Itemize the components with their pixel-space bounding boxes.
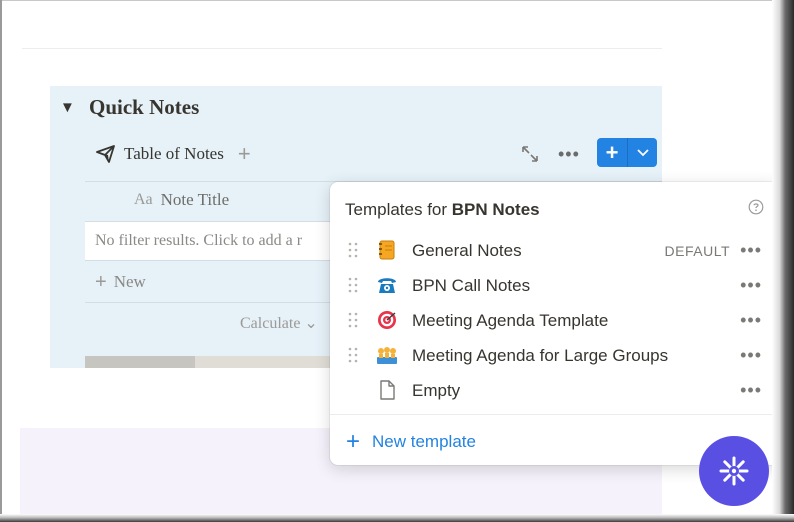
drag-handle-icon[interactable]: [348, 276, 358, 294]
drag-handle-icon[interactable]: [348, 311, 358, 329]
new-template-label: New template: [372, 432, 476, 451]
window-frame-left: [0, 0, 2, 522]
template-label: General Notes: [412, 241, 522, 260]
more-options-icon[interactable]: •••: [740, 380, 762, 401]
telephone-icon: [378, 278, 396, 293]
block-header: ▼ Quick Notes: [60, 94, 200, 119]
view-more-icon[interactable]: •••: [558, 144, 580, 165]
page-icon: [380, 380, 395, 400]
target-icon: [378, 311, 396, 329]
popover-divider: [330, 414, 779, 415]
popover-header: Templates for BPN Notes: [345, 200, 540, 220]
new-row-label: New: [113, 272, 146, 291]
assistant-fab-button[interactable]: [699, 436, 769, 506]
calculate-label: Calculate: [240, 315, 301, 332]
paper-plane-icon: [96, 145, 115, 163]
more-options-icon[interactable]: •••: [740, 275, 762, 296]
add-view-button[interactable]: +: [238, 143, 251, 165]
template-label: Meeting Agenda for Large Groups: [412, 346, 669, 365]
template-item-bpn-call-notes[interactable]: BPN Call Notes •••: [330, 268, 779, 303]
new-template-button[interactable]: + New template: [346, 430, 476, 454]
group-icon: [377, 347, 397, 364]
plus-icon: +: [95, 271, 107, 293]
page-divider: [22, 48, 662, 49]
block-title: Quick Notes: [89, 94, 200, 119]
database-view-row: Table of Notes +: [96, 143, 251, 165]
help-circle-icon[interactable]: [748, 199, 764, 215]
template-item-meeting-agenda-large-groups[interactable]: Meeting Agenda for Large Groups •••: [330, 338, 779, 373]
popover-header-prefix: Templates for: [345, 200, 452, 219]
sparkle-icon: [719, 456, 749, 486]
view-name[interactable]: Table of Notes: [124, 144, 224, 164]
plus-icon: +: [346, 428, 361, 455]
toggle-triangle-icon[interactable]: ▼: [60, 99, 78, 116]
new-row-button[interactable]: + New: [95, 272, 146, 292]
more-options-icon[interactable]: •••: [740, 240, 762, 261]
drag-handle-icon[interactable]: [348, 346, 358, 364]
text-property-icon: Aa: [134, 191, 153, 208]
template-label: BPN Call Notes: [412, 276, 531, 295]
more-options-icon[interactable]: •••: [740, 345, 762, 366]
window-frame-right: [772, 0, 794, 522]
notebook-icon: [379, 240, 395, 260]
scrollbar-thumb[interactable]: [85, 356, 195, 368]
column-title: Note Title: [160, 190, 230, 209]
default-badge: DEFAULT: [664, 243, 730, 259]
empty-results-text: No filter results. Click to add a r: [95, 232, 303, 249]
popover-database-name: BPN Notes: [451, 200, 540, 219]
window-frame-bottom: [0, 514, 794, 522]
template-label: Meeting Agenda Template: [412, 311, 609, 330]
template-item-general-notes[interactable]: General Notes DEFAULT •••: [330, 233, 779, 268]
templates-popover: Templates for BPN Notes General Notes DE…: [330, 182, 779, 465]
expand-icon[interactable]: [520, 144, 540, 164]
more-options-icon[interactable]: •••: [740, 310, 762, 331]
window-frame-top: [0, 0, 794, 1]
chevron-down-icon: ⌄: [304, 315, 318, 332]
calculate-button[interactable]: Calculate ⌄: [240, 313, 318, 333]
template-item-empty[interactable]: Empty •••: [330, 373, 779, 408]
new-entry-button[interactable]: +: [597, 138, 657, 167]
new-entry-plus[interactable]: +: [597, 138, 627, 167]
drag-handle-icon[interactable]: [348, 241, 358, 259]
template-label: Empty: [412, 381, 461, 400]
chevron-down-icon[interactable]: [628, 148, 657, 157]
template-item-meeting-agenda[interactable]: Meeting Agenda Template •••: [330, 303, 779, 338]
column-header-note-title[interactable]: Aa Note Title: [134, 190, 229, 210]
